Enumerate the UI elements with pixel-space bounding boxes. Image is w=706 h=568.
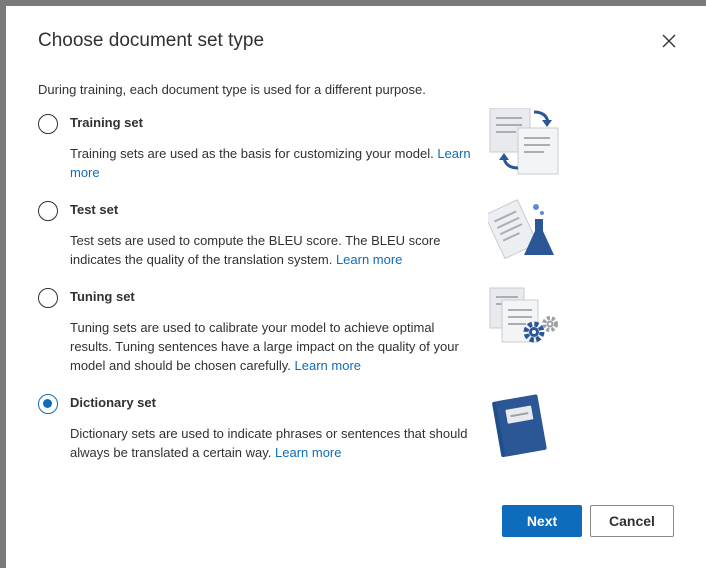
test-set-label[interactable]: Test set bbox=[70, 202, 118, 217]
choose-document-set-dialog: Choose document set type During training… bbox=[6, 6, 706, 568]
next-button[interactable]: Next bbox=[502, 505, 582, 537]
tuning-set-radio[interactable] bbox=[38, 288, 58, 308]
dialog-title: Choose document set type bbox=[38, 30, 265, 51]
dictionary-set-label[interactable]: Dictionary set bbox=[70, 395, 156, 410]
tuning-set-description: Tuning sets are used to calibrate your m… bbox=[70, 318, 475, 375]
dictionary-set-description-text: Dictionary sets are used to indicate phr… bbox=[70, 426, 468, 460]
tuning-set-learn-more-link[interactable]: Learn more bbox=[295, 358, 361, 373]
test-set-radio[interactable] bbox=[38, 201, 58, 221]
dictionary-set-description: Dictionary sets are used to indicate phr… bbox=[70, 424, 475, 462]
tuning-gears-icon bbox=[489, 287, 558, 343]
training-set-label[interactable]: Training set bbox=[70, 115, 143, 130]
tuning-set-description-text: Tuning sets are used to calibrate your m… bbox=[70, 320, 459, 373]
training-set-description: Training sets are used as the basis for … bbox=[70, 144, 475, 182]
dictionary-book-icon bbox=[492, 394, 547, 458]
dictionary-set-radio[interactable] bbox=[38, 394, 58, 414]
close-icon[interactable] bbox=[658, 30, 680, 52]
tuning-set-label[interactable]: Tuning set bbox=[70, 289, 135, 304]
test-flask-icon bbox=[488, 199, 554, 260]
training-set-description-text: Training sets are used as the basis for … bbox=[70, 146, 434, 161]
test-set-description: Test sets are used to compute the BLEU s… bbox=[70, 231, 475, 269]
dictionary-set-learn-more-link[interactable]: Learn more bbox=[275, 445, 341, 460]
cancel-button[interactable]: Cancel bbox=[590, 505, 674, 537]
test-set-learn-more-link[interactable]: Learn more bbox=[336, 252, 402, 267]
dialog-intro: During training, each document type is u… bbox=[38, 82, 426, 97]
training-documents-icon bbox=[489, 108, 559, 175]
training-set-radio[interactable] bbox=[38, 114, 58, 134]
